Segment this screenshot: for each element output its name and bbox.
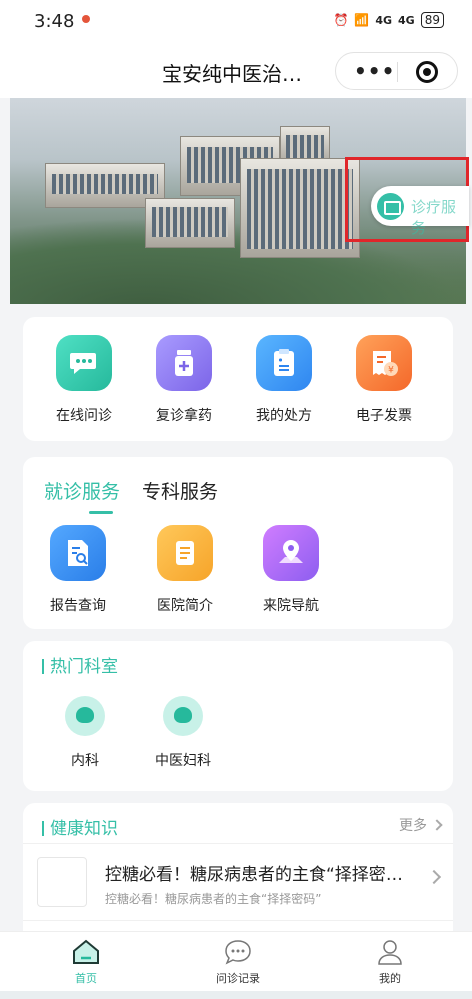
more-link[interactable]: 更多 <box>399 815 443 835</box>
tab-mine[interactable]: 我的 <box>330 938 450 986</box>
battery-level: 89 <box>420 12 444 28</box>
article-thumbnail <box>37 857 87 907</box>
article-subtitle: 控糖必看！糖尿病患者的主食“择择密码” <box>105 892 322 906</box>
clipboard-icon <box>256 335 312 391</box>
capsule-divider <box>397 62 398 82</box>
card-icon <box>377 193 404 220</box>
chat-bubble-icon <box>56 335 112 391</box>
more-label: 更多 <box>399 818 427 834</box>
department-label: 内科 <box>71 753 99 769</box>
banner-building <box>145 198 235 248</box>
tab-label: 首页 <box>75 972 97 985</box>
nav-bar: 宝安纯中医治… ••• <box>0 44 472 98</box>
home-icon <box>71 938 101 966</box>
notification-dot-icon <box>82 15 90 23</box>
quick-action-label: 在线问诊 <box>56 408 112 424</box>
medicine-bottle-icon <box>156 335 212 391</box>
tab-home[interactable]: 首页 <box>26 938 146 986</box>
more-menu-button[interactable]: ••• <box>354 59 395 83</box>
departments-title: 热门科室 <box>42 652 118 677</box>
quick-action-online-consult[interactable]: 在线问诊 <box>34 335 134 425</box>
report-search-icon <box>50 525 106 581</box>
bottom-tab-bar: 首页 问诊记录 我的 <box>0 931 472 991</box>
chevron-right-icon <box>431 819 443 831</box>
signal-1: 4G <box>375 13 393 27</box>
floating-button-label: 诊疗服务 <box>411 198 457 237</box>
department-label: 中医妇科 <box>155 753 211 769</box>
brain-icon <box>163 696 203 736</box>
service-label: 医院简介 <box>157 598 213 614</box>
location-pin-icon <box>263 525 319 581</box>
department-tcm-gynecology[interactable]: 中医妇科 <box>138 696 228 770</box>
status-time: 3:48 <box>34 11 75 32</box>
article-title: 控糖必看！糖尿病患者的主食“择择密码” <box>105 865 405 885</box>
chat-bubble-icon <box>223 938 253 966</box>
department-internal-medicine[interactable]: 内科 <box>40 696 130 770</box>
quick-action-label: 我的处方 <box>256 408 312 424</box>
tab-specialty-services[interactable]: 专科服务 <box>142 477 218 504</box>
wifi-icon: 📶 <box>354 13 370 27</box>
status-bar: 3:48 ⏰ 📶 4G 4G 89 <box>0 0 472 44</box>
svg-text:¥: ¥ <box>388 366 394 376</box>
quick-action-label: 电子发票 <box>356 408 412 424</box>
brain-icon <box>65 696 105 736</box>
tab-visit-services[interactable]: 就诊服务 <box>44 477 120 504</box>
invoice-icon: ¥ <box>356 335 412 391</box>
health-knowledge-card: 健康知识 更多 控糖必看！糖尿病患者的主食“择择密码” 控糖必看！糖尿病患者的主… <box>23 803 453 943</box>
quick-action-invoice[interactable]: ¥ 电子发票 <box>334 335 434 425</box>
tab-consult-records[interactable]: 问诊记录 <box>178 938 298 986</box>
banner-building <box>240 158 360 258</box>
service-hospital-intro[interactable]: 医院简介 <box>135 525 235 615</box>
health-title: 健康知识 <box>42 814 118 839</box>
service-label: 报告查询 <box>50 598 106 614</box>
alarm-icon: ⏰ <box>333 13 349 27</box>
article-item[interactable]: 控糖必看！糖尿病患者的主食“择择密码” 控糖必看！糖尿病患者的主食“择择密码” <box>23 843 453 921</box>
quick-action-prescription[interactable]: 我的处方 <box>234 335 334 425</box>
gesture-bar-area <box>0 991 472 999</box>
quick-action-label: 复诊拿药 <box>156 408 212 424</box>
quick-actions-card: 在线问诊 复诊拿药 我的处方 ¥ 电子发票 <box>23 317 453 441</box>
service-navigation[interactable]: 来院导航 <box>241 525 341 615</box>
user-icon <box>375 938 405 966</box>
service-report-query[interactable]: 报告查询 <box>28 525 128 615</box>
tab-label: 问诊记录 <box>216 972 260 985</box>
active-tab-indicator <box>89 511 113 514</box>
signal-2: 4G <box>398 13 415 27</box>
service-label: 来院导航 <box>263 598 319 614</box>
status-indicators: ⏰ 📶 4G 4G 89 <box>333 12 444 28</box>
page-title: 宝安纯中医治… <box>162 62 302 86</box>
tab-label: 我的 <box>379 972 401 985</box>
document-icon <box>157 525 213 581</box>
miniprogram-capsule: ••• <box>335 52 458 90</box>
floating-service-button[interactable]: 诊疗服务 <box>371 186 469 237</box>
departments-card: 热门科室 内科 中医妇科 <box>23 641 453 791</box>
close-target-button[interactable] <box>416 61 438 83</box>
chevron-right-icon <box>426 869 442 885</box>
services-card: 就诊服务 专科服务 报告查询 医院简介 来院导航 <box>23 457 453 629</box>
quick-action-refill[interactable]: 复诊拿药 <box>134 335 234 425</box>
